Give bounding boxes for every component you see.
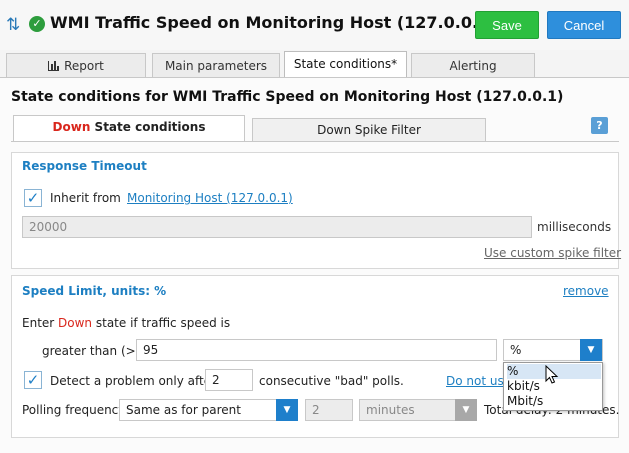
inherit-host-link[interactable]: Monitoring Host (127.0.0.1) bbox=[127, 191, 293, 205]
enter-state-text: Enter Down state if traffic speed is bbox=[22, 316, 230, 330]
custom-spike-filter-link[interactable]: Use custom spike filter bbox=[484, 246, 621, 260]
checkmark-icon: ✓ bbox=[26, 371, 40, 389]
timeout-unit-label: milliseconds bbox=[537, 220, 612, 234]
mouse-cursor-icon bbox=[545, 365, 559, 384]
consecutive-polls-label: consecutive "bad" polls. bbox=[259, 374, 404, 388]
enter-prefix: Enter bbox=[22, 316, 59, 330]
inherit-label: Inherit from bbox=[50, 191, 121, 205]
remove-link[interactable]: remove bbox=[563, 284, 609, 298]
polling-number-input[interactable]: 2 bbox=[305, 399, 353, 421]
tab-report-label: Report bbox=[64, 59, 104, 73]
chevron-down-icon[interactable]: ▼ bbox=[276, 399, 298, 421]
chevron-down-icon[interactable]: ▼ bbox=[580, 339, 602, 361]
unit-option-mbits[interactable]: Mbit/s bbox=[507, 394, 601, 409]
unit-select-value: % bbox=[510, 343, 522, 357]
polling-unit-value: minutes bbox=[366, 403, 415, 417]
page-title: WMI Traffic Speed on Monitoring Host (12… bbox=[50, 13, 497, 32]
tab-main-label: Main parameters bbox=[164, 59, 268, 73]
detect-problem-checkbox[interactable]: ✓ bbox=[24, 371, 42, 389]
subtab-down-state-conditions[interactable]: Down State conditions bbox=[13, 115, 245, 142]
cancel-button[interactable]: Cancel bbox=[547, 11, 621, 39]
bad-polls-input[interactable]: 2 bbox=[205, 369, 253, 391]
section-heading: State conditions for WMI Traffic Speed o… bbox=[11, 89, 564, 105]
status-ok-icon: ✓ bbox=[29, 16, 45, 32]
inherit-checkbox[interactable]: ✓ bbox=[24, 189, 42, 207]
timeout-input[interactable]: 20000 bbox=[22, 216, 532, 238]
subtab-down-rest: State conditions bbox=[90, 120, 206, 134]
checkmark-icon: ✓ bbox=[26, 189, 40, 207]
greater-than-label: greater than (>) bbox=[42, 344, 141, 358]
do-not-use-link[interactable]: Do not use bbox=[446, 374, 511, 388]
detect-problem-label: Detect a problem only after bbox=[50, 374, 217, 388]
speed-limit-title: Speed Limit, units: % bbox=[22, 284, 167, 298]
enter-down-word: Down bbox=[58, 316, 93, 330]
threshold-input[interactable]: 95 bbox=[136, 339, 497, 361]
response-timeout-title: Response Timeout bbox=[22, 159, 147, 173]
subtab-divider bbox=[11, 141, 619, 142]
tab-alerting-label: Alerting bbox=[449, 59, 497, 73]
save-button[interactable]: Save bbox=[475, 11, 539, 39]
tab-state-label: State conditions* bbox=[293, 57, 398, 71]
tab-main-parameters[interactable]: Main parameters bbox=[152, 53, 280, 77]
tab-state-conditions[interactable]: State conditions* bbox=[284, 51, 407, 78]
subtab-down-word: Down bbox=[52, 120, 91, 134]
tab-alerting[interactable]: Alerting bbox=[411, 53, 535, 77]
help-icon[interactable]: ? bbox=[591, 117, 608, 134]
bar-chart-icon bbox=[48, 61, 60, 71]
sync-arrows-icon[interactable]: ⇅ bbox=[6, 15, 24, 35]
chevron-down-icon[interactable]: ▼ bbox=[455, 399, 477, 421]
enter-suffix: state if traffic speed is bbox=[92, 316, 231, 330]
tab-report[interactable]: Report bbox=[6, 53, 146, 77]
polling-frequency-label: Polling frequency bbox=[22, 403, 126, 417]
polling-frequency-value: Same as for parent bbox=[126, 403, 241, 417]
subtab-down-spike-filter[interactable]: Down Spike Filter bbox=[252, 118, 486, 142]
polling-frequency-select[interactable]: Same as for parent bbox=[119, 399, 298, 421]
